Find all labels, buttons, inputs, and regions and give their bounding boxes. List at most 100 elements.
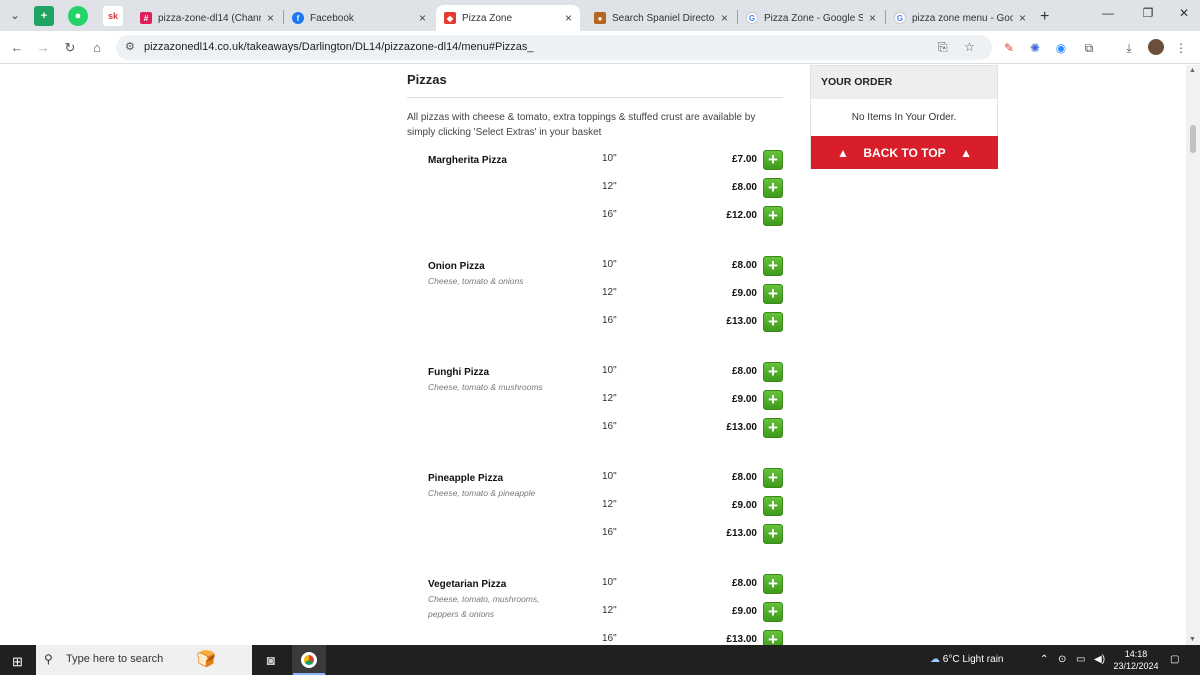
weather-text: 6°C Light rain <box>942 654 1004 665</box>
add-to-order-button[interactable]: + <box>763 630 783 645</box>
add-to-order-button[interactable]: + <box>763 524 783 544</box>
add-to-order-button[interactable]: + <box>763 206 783 226</box>
page-viewport: Pizzas All pizzas with cheese & tomato, … <box>0 65 1200 645</box>
minimize-icon[interactable]: — <box>1100 6 1116 20</box>
add-to-order-button[interactable]: + <box>763 178 783 198</box>
google-icon: G <box>746 12 758 24</box>
url-text[interactable]: pizzazonedl14.co.uk/takeaways/Darlington… <box>144 41 534 53</box>
price-label: £9.00 <box>731 288 757 299</box>
size-label: 12" <box>602 181 617 192</box>
price-label: £8.00 <box>731 260 757 271</box>
tab-title: Facebook <box>310 12 354 24</box>
pinned-tab-sheets[interactable]: + <box>34 6 54 26</box>
add-to-order-button[interactable]: + <box>763 362 783 382</box>
close-tab-icon[interactable]: × <box>267 11 274 25</box>
price-label: £8.00 <box>731 578 757 589</box>
add-to-order-button[interactable]: + <box>763 602 783 622</box>
chrome-menu-icon[interactable]: ⋮ <box>1172 39 1190 57</box>
scroll-down-icon[interactable]: ▼ <box>1189 636 1196 643</box>
add-to-order-button[interactable]: + <box>763 496 783 516</box>
close-tab-icon[interactable]: × <box>565 11 572 25</box>
chrome-app-icon[interactable] <box>292 645 326 675</box>
size-label: 12" <box>602 287 617 298</box>
install-app-icon[interactable]: ⎘ <box>938 40 948 55</box>
menu-item-description: Cheese, tomato & onions <box>428 276 524 286</box>
close-window-icon[interactable]: ✕ <box>1176 6 1192 20</box>
price-label: £8.00 <box>731 366 757 377</box>
price-label: £13.00 <box>726 634 757 645</box>
windows-start-icon[interactable]: ⊞ <box>12 654 23 670</box>
size-label: 16" <box>602 633 617 644</box>
tab-title: pizza-zone-dl14 (Channel <box>158 12 261 24</box>
menu-item-name: Vegetarian Pizza <box>428 579 507 590</box>
weather-widget[interactable]: ☁ 6°C Light rain <box>930 654 1003 665</box>
camera-app-icon[interactable]: ◙ <box>254 645 288 675</box>
cloud-rain-icon: ☁ <box>930 654 940 665</box>
volume-icon[interactable]: ◀) <box>1094 654 1105 665</box>
scroll-thumb[interactable] <box>1190 125 1196 153</box>
add-to-order-button[interactable]: + <box>763 312 783 332</box>
size-label: 10" <box>602 577 617 588</box>
restore-icon[interactable]: ❐ <box>1140 6 1156 20</box>
forward-icon[interactable]: → <box>34 39 52 57</box>
extensions-puzzle-icon[interactable]: ⧉ <box>1080 39 1098 57</box>
slack-icon: # <box>140 12 152 24</box>
tab-search-chevron-icon[interactable]: ⌄ <box>4 5 26 25</box>
back-icon[interactable]: ← <box>8 39 26 57</box>
profile-avatar[interactable] <box>1148 39 1164 55</box>
add-to-order-button[interactable]: + <box>763 418 783 438</box>
add-to-order-button[interactable]: + <box>763 284 783 304</box>
close-tab-icon[interactable]: × <box>869 11 876 25</box>
page-scrollbar[interactable]: ▲ ▼ <box>1186 65 1200 645</box>
price-label: £9.00 <box>731 394 757 405</box>
size-label: 16" <box>602 527 617 538</box>
add-to-order-button[interactable]: + <box>763 390 783 410</box>
pinned-tab-sk[interactable]: sk <box>103 6 123 26</box>
address-bar[interactable]: ⚙ pizzazonedl14.co.uk/takeaways/Darlingt… <box>116 35 992 60</box>
spaniel-icon: ● <box>594 12 606 24</box>
new-tab-icon[interactable]: + <box>1040 8 1049 26</box>
reload-icon[interactable]: ↻ <box>61 39 79 57</box>
network-icon[interactable]: ⊙ <box>1058 654 1066 665</box>
pen-extension-icon[interactable]: ✎ <box>1000 39 1018 57</box>
tab-spaniel[interactable]: ● Search Spaniel Directory × <box>586 5 736 31</box>
back-to-top-button[interactable]: ▲ BACK TO TOP ▲ <box>811 136 998 169</box>
add-to-order-button[interactable]: + <box>763 468 783 488</box>
download-icon[interactable]: ⤓ <box>1120 39 1138 57</box>
add-to-order-button[interactable]: + <box>763 574 783 594</box>
tab-facebook[interactable]: f Facebook × <box>284 5 434 31</box>
tab-slack[interactable]: # pizza-zone-dl14 (Channel × <box>132 5 282 31</box>
notifications-icon[interactable]: ▢ <box>1170 654 1179 665</box>
show-hidden-icons-icon[interactable]: ⌃ <box>1040 654 1048 665</box>
gear-extension-icon[interactable]: ✺ <box>1026 39 1044 57</box>
site-info-icon[interactable]: ⚙ <box>125 40 135 53</box>
battery-icon[interactable]: ▭ <box>1076 654 1085 665</box>
price-label: £8.00 <box>731 182 757 193</box>
pinned-tab-whatsapp[interactable]: ● <box>68 6 88 26</box>
home-icon[interactable]: ⌂ <box>88 39 106 57</box>
zoom-extension-icon[interactable]: ◉ <box>1052 39 1070 57</box>
close-tab-icon[interactable]: × <box>721 11 728 25</box>
tab-pizza-zone[interactable]: ◆ Pizza Zone × <box>436 5 580 31</box>
tab-google-search-1[interactable]: G Pizza Zone - Google Sea × <box>738 5 884 31</box>
pizza-zone-icon: ◆ <box>444 12 456 24</box>
bookmark-star-icon[interactable]: ☆ <box>964 40 975 54</box>
taskbar-search-box[interactable]: ⚲ Type here to search 🍞 <box>36 645 252 675</box>
bread-decoration-icon: 🍞 <box>196 651 216 668</box>
close-tab-icon[interactable]: × <box>419 11 426 25</box>
price-label: £8.00 <box>731 472 757 483</box>
back-to-top-label: BACK TO TOP <box>863 145 946 160</box>
close-tab-icon[interactable]: × <box>1019 11 1026 25</box>
system-clock[interactable]: 14:18 23/12/2024 <box>1112 648 1160 672</box>
scroll-up-icon[interactable]: ▲ <box>1189 67 1196 74</box>
tab-google-search-2[interactable]: G pizza zone menu - Goog × <box>886 5 1034 31</box>
size-label: 10" <box>602 471 617 482</box>
add-to-order-button[interactable]: + <box>763 256 783 276</box>
size-label: 10" <box>602 153 617 164</box>
order-heading: YOUR ORDER <box>811 66 997 99</box>
add-to-order-button[interactable]: + <box>763 150 783 170</box>
menu-item-description: Cheese, tomato, mushrooms, peppers & oni… <box>428 594 540 619</box>
menu-item-name: Onion Pizza <box>428 261 485 272</box>
menu-item-description: Cheese, tomato & pineapple <box>428 488 536 498</box>
price-label: £13.00 <box>726 422 757 433</box>
